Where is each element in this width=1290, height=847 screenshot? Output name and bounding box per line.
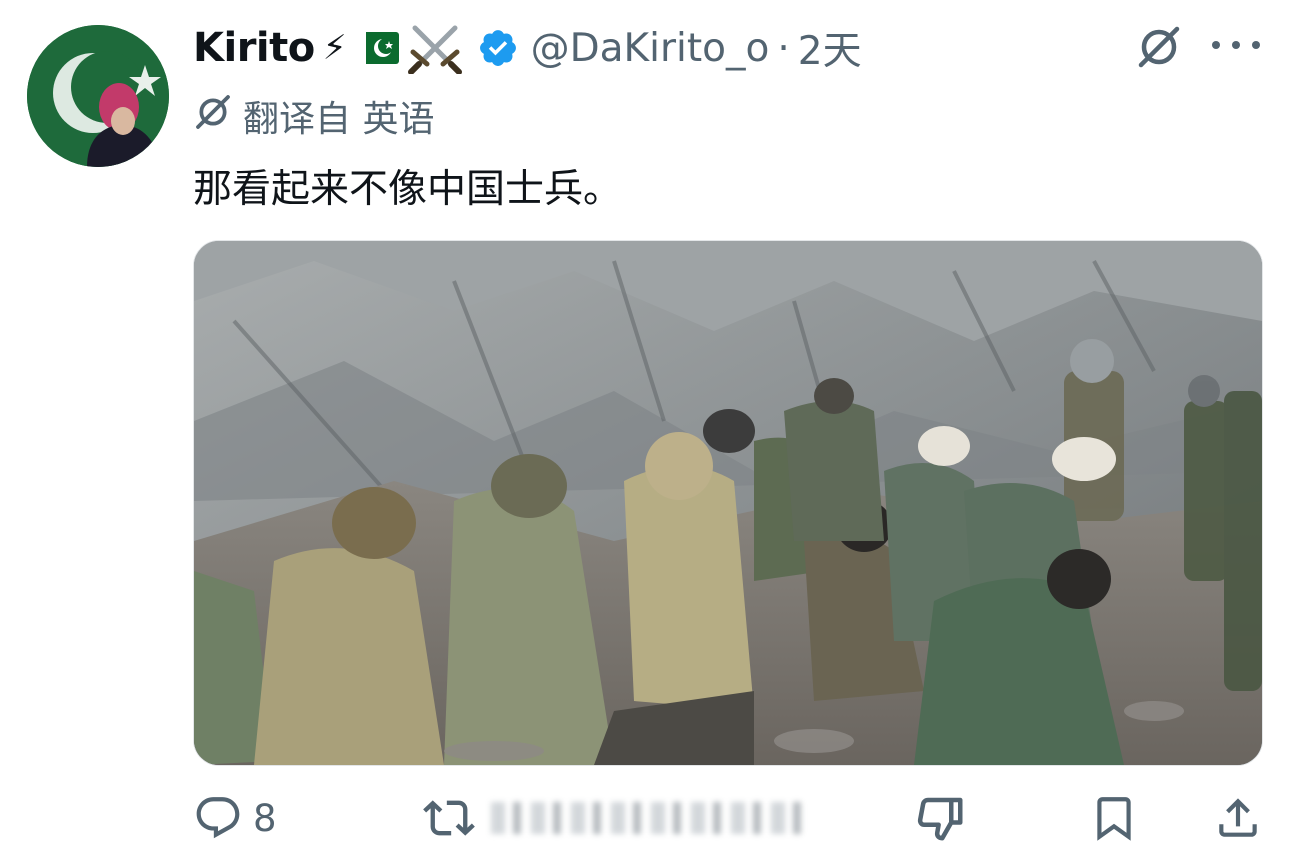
translated-text: 翻译自 英语 <box>243 99 435 140</box>
reply-icon <box>196 797 240 839</box>
tweet-header: Kirito ⚡ @DaKirito_o · 2天 <box>193 18 862 78</box>
timestamp[interactable]: 2天 <box>798 20 862 76</box>
bookmark-button[interactable] <box>1089 790 1139 846</box>
verified-badge-icon[interactable] <box>477 27 519 69</box>
like-button[interactable] <box>913 790 967 846</box>
translate-icon <box>193 92 233 141</box>
pakistan-flag-icon <box>354 32 399 64</box>
crossed-swords-icon <box>407 22 463 74</box>
tweet-actions-bar: 8 <box>193 790 1263 846</box>
like-icon <box>917 797 963 841</box>
avatar[interactable] <box>27 25 169 167</box>
separator-dot: · <box>777 25 790 71</box>
tweet-media[interactable] <box>193 240 1263 766</box>
reply-count: 8 <box>253 796 277 840</box>
obscured-region <box>491 802 801 834</box>
reply-button[interactable]: 8 <box>193 790 277 846</box>
share-icon <box>1219 798 1257 837</box>
share-button[interactable] <box>1213 790 1263 846</box>
avatar-image <box>27 25 169 167</box>
display-name[interactable]: Kirito <box>193 25 315 71</box>
more-icon[interactable] <box>1212 30 1260 60</box>
retweet-icon <box>423 800 475 836</box>
bookmark-icon <box>1097 797 1131 841</box>
photo-soldiers-kneeling-on-rocky-slope <box>194 241 1262 765</box>
lightning-emoji: ⚡ <box>322 28 347 68</box>
tweet-text: 那看起来不像中国士兵。 <box>193 167 623 212</box>
retweet-button[interactable] <box>423 790 475 846</box>
translated-from-label[interactable]: 翻译自 英语 <box>193 92 434 140</box>
grok-icon[interactable] <box>1135 23 1183 71</box>
user-handle[interactable]: @DaKirito_o <box>531 26 770 71</box>
